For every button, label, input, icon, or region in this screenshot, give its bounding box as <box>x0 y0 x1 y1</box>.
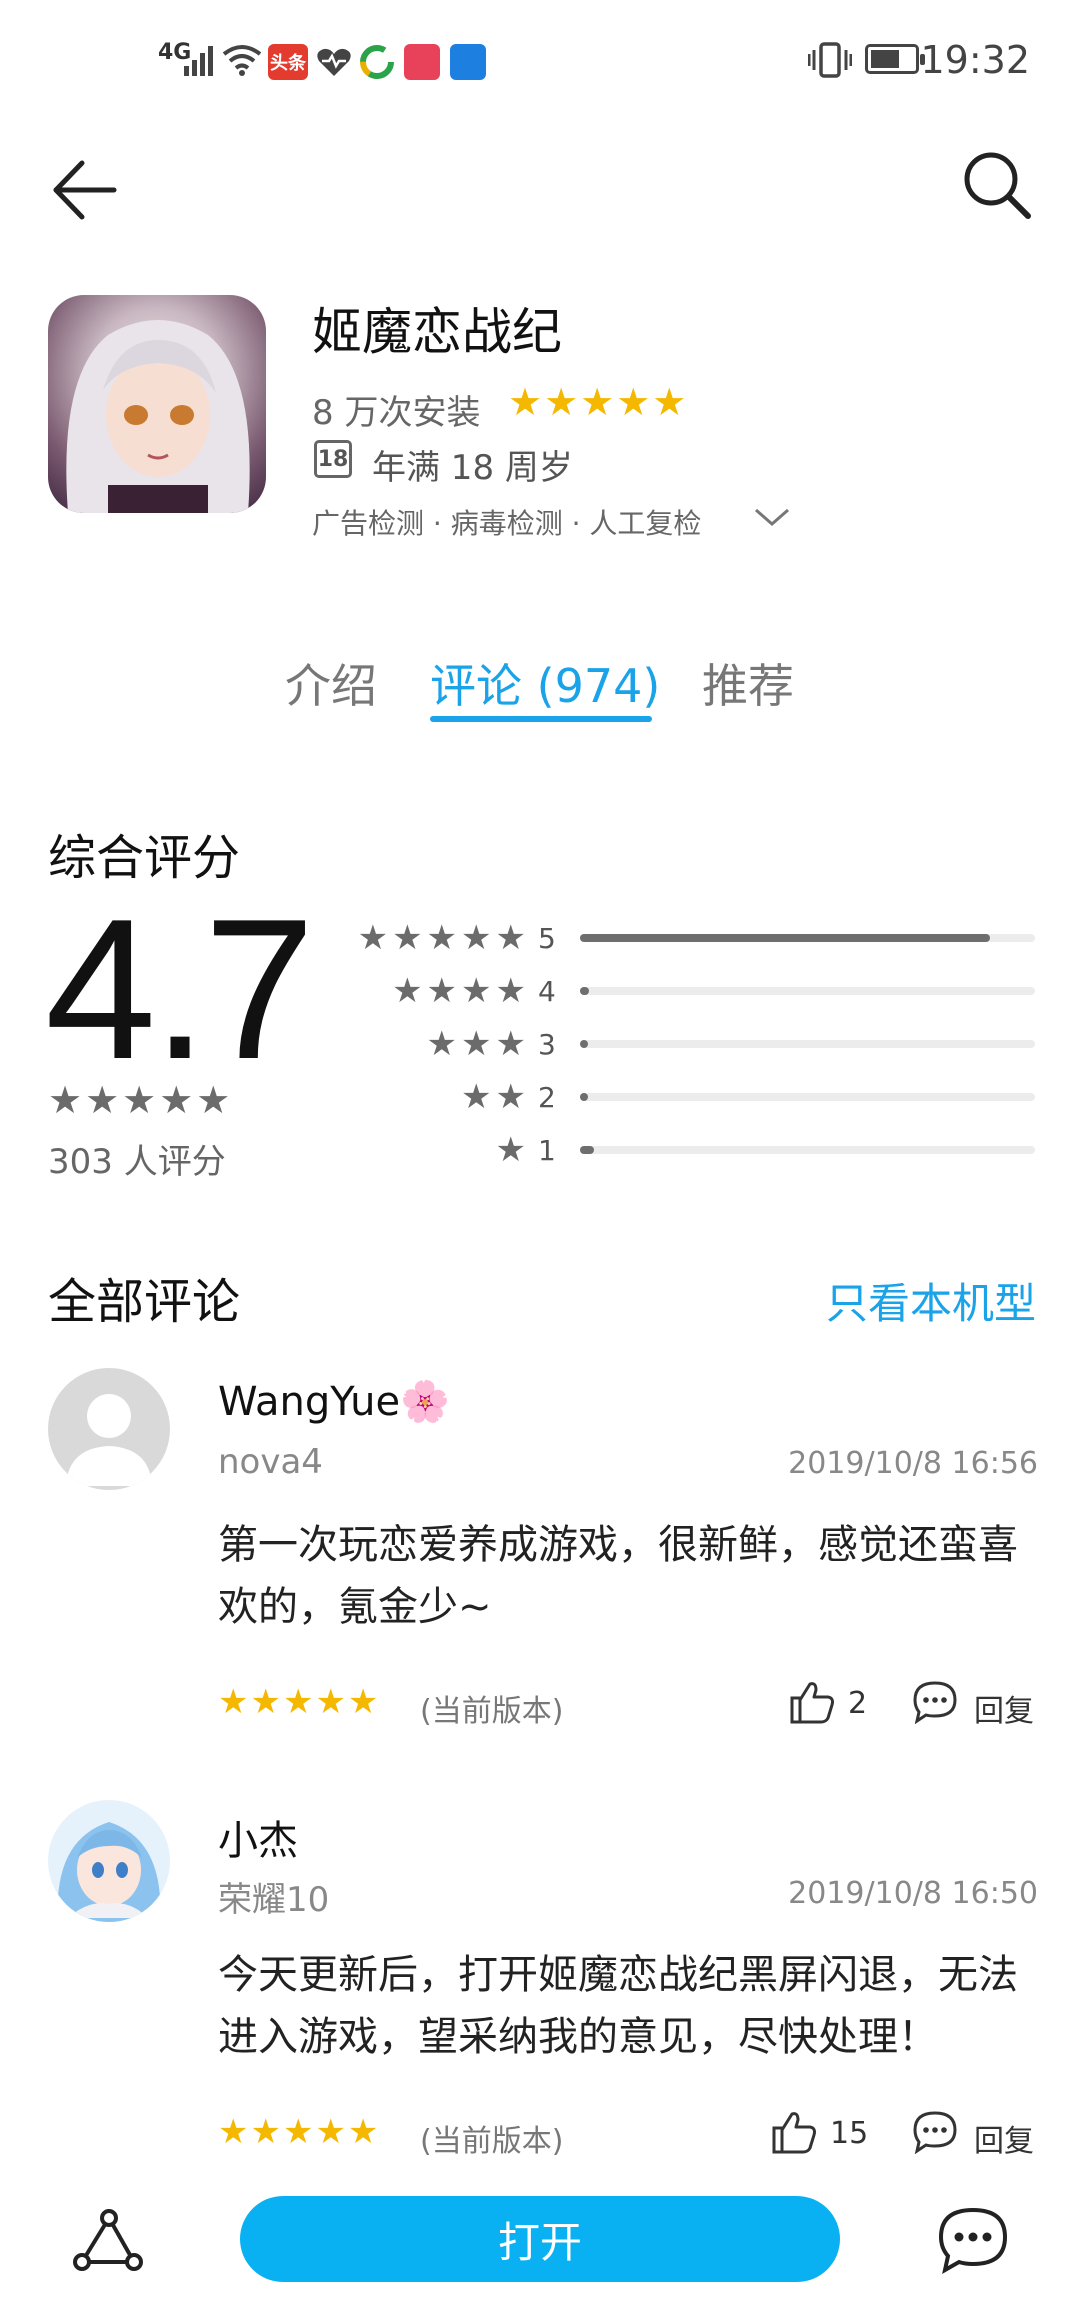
histogram-row-3: ★★★ 3 <box>340 1024 1040 1064</box>
histogram-label: 2 <box>538 1081 556 1114</box>
review-stars: ★★★★★ <box>218 2112 381 2152</box>
histogram-label: 3 <box>538 1028 556 1061</box>
search-icon[interactable] <box>960 148 1034 222</box>
review-text: 第一次玩恋爱养成游戏，很新鲜，感觉还蛮喜欢的，氪金少~ <box>218 1522 1018 1630</box>
install-count: 8 万次安装 <box>312 393 481 433</box>
review-text: 今天更新后，打开姬魔恋战纪黑屏闪退，无法进入游戏，望采纳我的意见，尽快处理！ <box>218 1952 1018 2060</box>
histogram-stars: ★★★ <box>426 1024 530 1064</box>
tab-active-indicator <box>430 716 652 722</box>
histogram-stars: ★ <box>495 1130 530 1170</box>
histogram-row-2: ★★ 2 <box>340 1077 1040 1117</box>
histogram-track <box>580 934 1035 942</box>
review-user-name: 小杰 <box>218 1818 298 1864</box>
battery-icon <box>865 44 925 74</box>
review-device: 荣耀10 <box>218 1880 330 1920</box>
review-user-name: WangYue🌸 <box>218 1379 450 1425</box>
like-count: 15 <box>830 2116 869 2151</box>
back-arrow-icon[interactable] <box>50 155 120 225</box>
histogram-stars: ★★★★★ <box>357 918 530 958</box>
app-circle-icon <box>360 45 394 79</box>
histogram-track <box>580 1040 1035 1048</box>
histogram-stars: ★★★★ <box>392 971 530 1011</box>
avatar[interactable] <box>48 1800 170 1922</box>
histogram-bar <box>580 934 990 942</box>
filter-my-device-link[interactable]: 只看本机型 <box>826 1270 1036 1331</box>
rating-count: 303 人评分 <box>48 1142 226 1182</box>
comment-icon[interactable] <box>912 2110 958 2154</box>
histogram-bar <box>580 1040 589 1048</box>
age-rating-text: 年满 18 周岁 <box>372 448 573 488</box>
histogram-label: 4 <box>538 975 556 1008</box>
review-device: nova4 <box>218 1442 323 1482</box>
histogram-row-4: ★★★★ 4 <box>340 971 1040 1011</box>
user-avatar-image <box>57 1822 161 1922</box>
vibrate-icon <box>808 42 852 78</box>
reviews-section-title: 全部评论 <box>48 1274 241 1330</box>
review-stars: ★★★★★ <box>218 1682 381 1722</box>
like-count: 2 <box>848 1686 868 1721</box>
histogram-track <box>580 1146 1035 1154</box>
histogram-label: 5 <box>538 922 556 955</box>
histogram-row-1: ★ 1 <box>340 1130 1040 1170</box>
toutiao-badge: 头条 <box>268 44 308 80</box>
review-date: 2019/10/8 16:56 <box>788 1446 1038 1481</box>
chat-icon[interactable] <box>937 2206 1009 2274</box>
health-heart-icon <box>317 48 351 76</box>
histogram-bar <box>580 987 590 995</box>
app-badge-red-icon <box>404 44 440 80</box>
review-date: 2019/10/8 16:50 <box>788 1876 1038 1911</box>
app-rating-stars: ★★★★★ <box>508 380 689 424</box>
clock: 19:32 <box>920 38 1030 82</box>
histogram-row-5: ★★★★★ 5 <box>340 918 1040 958</box>
rating-score: 4.7 <box>45 878 315 1101</box>
histogram-label: 1 <box>538 1134 556 1167</box>
reply-button[interactable]: 回复 <box>974 1686 1034 1730</box>
thumbs-up-icon[interactable] <box>770 2110 818 2154</box>
review-version: (当前版本) <box>420 1694 564 1729</box>
histogram-stars: ★★ <box>461 1077 530 1117</box>
review-version: (当前版本) <box>420 2124 564 2159</box>
tab-reviews[interactable]: 评论 (974) <box>430 650 660 716</box>
default-user-icon <box>66 1394 152 1486</box>
histogram-bar <box>580 1146 594 1154</box>
tab-recommend[interactable]: 推荐 <box>702 650 794 716</box>
histogram-bar <box>580 1093 589 1101</box>
avatar[interactable] <box>48 1368 170 1490</box>
wifi-icon <box>222 45 262 76</box>
tab-intro[interactable]: 介绍 <box>285 650 377 716</box>
security-checks[interactable]: 广告检测 · 病毒检测 · 人工复检 <box>312 502 701 542</box>
share-icon[interactable] <box>72 2208 146 2274</box>
open-app-button[interactable]: 打开 <box>240 2196 840 2282</box>
app-badge-blue-icon <box>450 44 486 80</box>
reply-button[interactable]: 回复 <box>974 2116 1034 2160</box>
signal-icon <box>184 46 213 76</box>
chevron-down-icon[interactable] <box>752 502 792 532</box>
comment-icon[interactable] <box>912 1680 958 1724</box>
status-bar: 4G 头条 19:32 <box>0 0 1080 120</box>
age-rating-icon: 18 <box>314 440 352 478</box>
app-title: 姬魔恋战纪 <box>312 303 562 361</box>
rating-stars: ★★★★★ <box>48 1078 234 1122</box>
histogram-track <box>580 987 1035 995</box>
app-icon <box>48 295 266 513</box>
thumbs-up-icon[interactable] <box>788 1680 836 1724</box>
histogram-track <box>580 1093 1035 1101</box>
